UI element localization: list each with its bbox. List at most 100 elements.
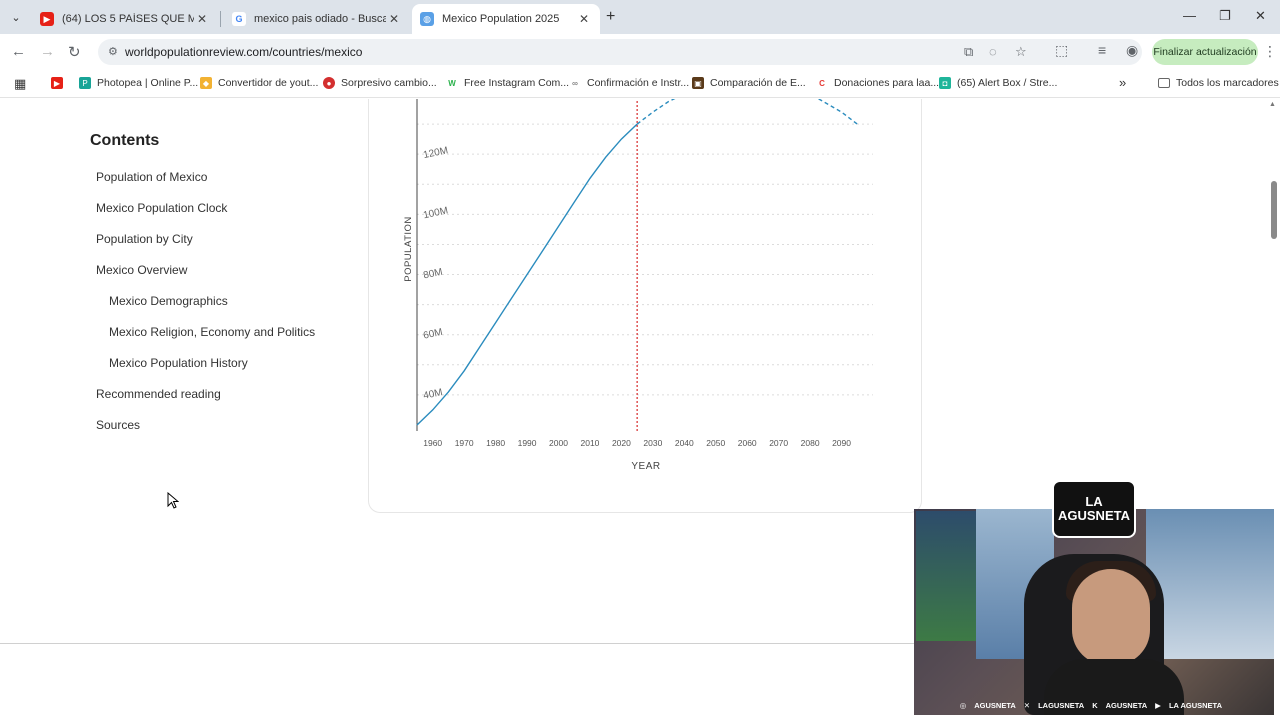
toc-sublink[interactable]: Mexico Religion, Economy and Politics [109, 325, 315, 339]
link-icon: ∞ [569, 77, 581, 89]
tab-search-chevron-icon[interactable]: ⌄ [6, 7, 26, 27]
social-handle: LA AGUSNETA [1168, 700, 1222, 710]
bookmark-item[interactable]: ▣ Comparación de E... [692, 77, 806, 89]
contents-heading: Contents [90, 132, 160, 149]
youtube-icon: ▶ [51, 77, 63, 89]
x-tick-label: 2070 [769, 438, 788, 448]
x-tick-label: 2090 [832, 438, 851, 448]
population-line [416, 123, 638, 426]
bookmarks-overflow-icon[interactable]: » [1119, 75, 1126, 90]
toc-link[interactable]: Mexico Population Clock [96, 201, 227, 215]
bookmark-item[interactable]: W Free Instagram Com... [446, 77, 569, 89]
media-queue-icon[interactable]: ≡ [1098, 42, 1106, 58]
browser-toolbar: ← → ↻ ⚙ worldpopulationreview.com/countr… [0, 34, 1280, 70]
google-icon: G [232, 12, 246, 26]
close-icon[interactable]: ✕ [576, 12, 592, 26]
toc-sublink[interactable]: Mexico Demographics [109, 294, 228, 308]
y-tick-label: 100M [422, 205, 449, 221]
close-icon[interactable]: ✕ [194, 12, 210, 26]
all-bookmarks-folder[interactable]: Todos los marcadores [1158, 77, 1279, 89]
section-divider [0, 643, 914, 644]
kick-icon: K [1092, 700, 1098, 710]
finish-update-button[interactable]: Finalizar actualización [1152, 39, 1258, 65]
site-info-icon[interactable]: ⚙ [108, 45, 118, 58]
extensions-icon[interactable]: ⬚ [1055, 42, 1068, 59]
tab-title: (64) LOS 5 PAÍSES QUE MÁS ODI [62, 13, 194, 25]
scrollbar-thumb[interactable] [1271, 181, 1277, 239]
bookmark-item[interactable]: ● Sorpresivo cambio... [323, 77, 437, 89]
minimize-icon[interactable]: — [1183, 8, 1196, 23]
bookmark-star-icon[interactable]: ☆ [1015, 44, 1027, 60]
x-tick-label: 2030 [643, 438, 662, 448]
close-icon[interactable]: ✕ [386, 12, 402, 26]
y-tick-label: 40M [422, 387, 443, 402]
toc-link[interactable]: Population of Mexico [96, 170, 207, 184]
translate-icon[interactable]: ⧉ [964, 44, 973, 60]
streamer-face [1072, 569, 1150, 665]
tab-google-search[interactable]: G mexico pais odiado - Buscar co ✕ [224, 4, 410, 34]
bookmark-label: Donaciones para laa... [834, 77, 940, 89]
x-tick-label: 2000 [549, 438, 568, 448]
tab-mexico-population[interactable]: ◍ Mexico Population 2025 ✕ [412, 4, 600, 34]
x-tick-label: 2010 [581, 438, 600, 448]
back-icon[interactable]: ← [11, 43, 26, 60]
toc-sublink[interactable]: Mexico Population History [109, 356, 248, 370]
tab-youtube[interactable]: ▶ (64) LOS 5 PAÍSES QUE MÁS ODI ✕ [32, 4, 218, 34]
channel-logo: LA AGUSNETA [1052, 480, 1136, 538]
restore-icon[interactable]: ❐ [1219, 8, 1231, 24]
toc-link[interactable]: Sources [96, 418, 140, 432]
scroll-up-icon[interactable]: ▲ [1269, 101, 1276, 108]
population-chart-card: 40M 60M 80M 100M 120M 140M 1960 1970 1980 1990 200… [368, 99, 922, 513]
bookmark-item[interactable]: ◘ (65) Alert Box / Stre... [939, 77, 1057, 89]
converter-icon: ◆ [200, 77, 212, 89]
bookmarks-bar: ▦ ▶ P Photopea | Online P... ◆ Convertid… [0, 70, 1280, 98]
bookmark-item[interactable]: ∞ Confirmación e Instr... [569, 77, 689, 89]
profile-icon[interactable]: ◉ [1126, 42, 1138, 59]
social-handle: AGUSNETA [1105, 700, 1148, 710]
tab-strip: ⌄ ▶ (64) LOS 5 PAÍSES QUE MÁS ODI ✕ G me… [0, 0, 1280, 34]
new-tab-icon[interactable]: + [606, 8, 615, 26]
x-tick-label: 2020 [612, 438, 631, 448]
toc-link[interactable]: Mexico Overview [96, 263, 187, 277]
apps-grid-icon[interactable]: ▦ [14, 76, 26, 92]
bookmark-youtube[interactable]: ▶ [51, 77, 69, 89]
reload-icon[interactable]: ↻ [68, 43, 81, 61]
webcam-overlay: ◎ AGUSNETA ✕ LAGUSNETA K AGUSNETA ▶ LA AGUSN… [914, 509, 1274, 715]
all-bookmarks-label: Todos los marcadores [1176, 77, 1279, 89]
bookmark-label: Sorpresivo cambio... [341, 77, 437, 89]
y-tick-label: 120M [422, 145, 449, 161]
bookmark-label: Confirmación e Instr... [587, 77, 690, 89]
background-poster [1146, 509, 1274, 659]
youtube-icon: ▶ [40, 12, 54, 26]
forward-icon[interactable]: → [40, 43, 55, 60]
eye-off-icon[interactable]: ◌ [989, 44, 997, 59]
tab-divider [220, 11, 221, 27]
w-icon: W [446, 77, 458, 89]
address-bar[interactable]: ⚙ worldpopulationreview.com/countries/me… [98, 39, 1142, 65]
y-tick-label: 140M [422, 99, 449, 101]
population-line-chart: 40M 60M 80M 100M 120M 140M 1960 1970 1980 1990 200… [403, 99, 873, 472]
bookmark-label: (65) Alert Box / Stre... [957, 77, 1058, 89]
folder-icon [1158, 78, 1170, 88]
x-tick-label: 1960 [423, 438, 442, 448]
x-tick-label: 2060 [738, 438, 757, 448]
y-axis-title: POPULATION [403, 216, 414, 282]
x-tick-label: 1970 [455, 438, 474, 448]
social-handle: AGUSNETA [974, 700, 1016, 710]
bookmark-label: Free Instagram Com... [464, 77, 570, 89]
photopea-icon: P [79, 77, 91, 89]
bookmark-item[interactable]: C Donaciones para laa... [816, 77, 939, 89]
x-tick-label: 2050 [706, 438, 725, 448]
mouse-cursor-icon [167, 492, 179, 509]
toc-link[interactable]: Population by City [96, 232, 193, 246]
globe-icon: ◍ [420, 12, 434, 26]
youtube-icon: ▶ [1155, 700, 1161, 710]
logo-line: LA [1085, 493, 1103, 509]
more-menu-icon[interactable]: ⋮ [1263, 43, 1277, 60]
bookmark-item[interactable]: ◆ Convertidor de yout... [200, 77, 318, 89]
projection-line [636, 99, 858, 125]
news-icon: ● [323, 77, 335, 89]
toc-link[interactable]: Recommended reading [96, 387, 221, 401]
bookmark-item[interactable]: P Photopea | Online P... [79, 77, 198, 89]
window-close-icon[interactable]: ✕ [1255, 8, 1266, 24]
